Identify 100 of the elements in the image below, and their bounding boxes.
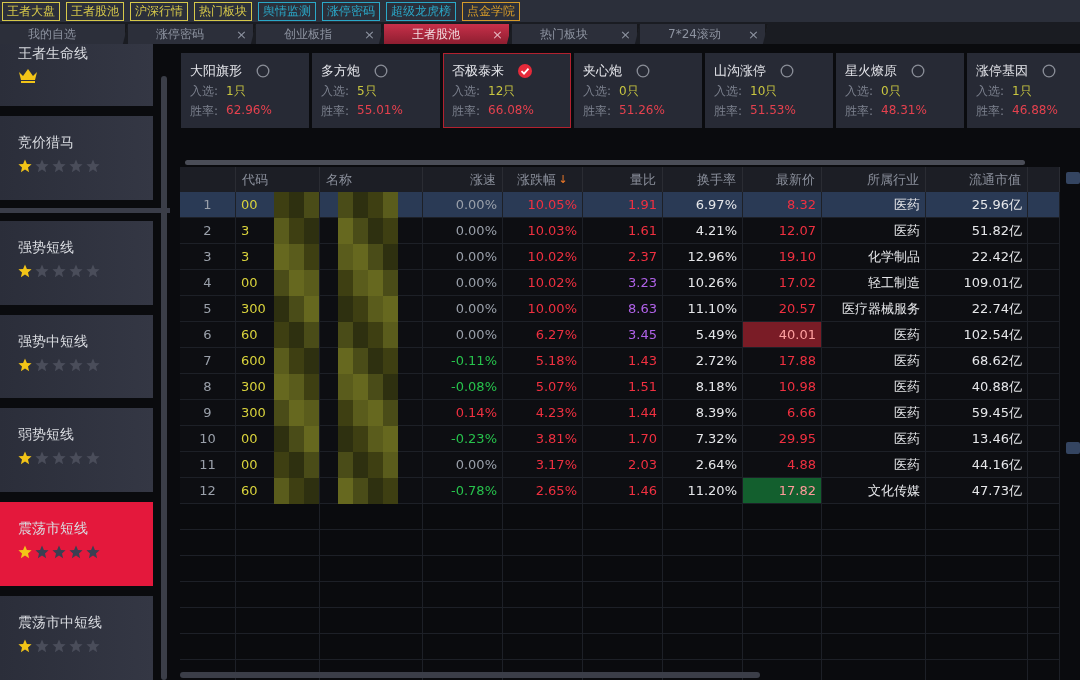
- row-number: 10: [199, 431, 216, 446]
- star-empty-icon: [86, 263, 100, 278]
- menu-button[interactable]: 王者股池: [66, 1, 124, 21]
- strategy-name: 夹心炮: [583, 62, 622, 80]
- scrollbar[interactable]: [185, 160, 1025, 165]
- table-cell: 医药: [894, 195, 920, 214]
- table-cell: 医药: [894, 325, 920, 344]
- table-cell: 3.17%: [535, 457, 577, 472]
- scrollbar[interactable]: [161, 76, 167, 680]
- field-label: 入选:: [452, 83, 481, 100]
- strategy-list-item[interactable]: 震荡市短线: [0, 502, 153, 587]
- field-label: 入选:: [190, 83, 219, 100]
- strategy-list-item[interactable]: 强势短线: [0, 220, 153, 305]
- strategy-card[interactable]: 夹心炮 入选: 0只 胜率: 51.26%: [574, 53, 702, 128]
- star-empty-icon: [69, 263, 83, 278]
- stock-code: 600: [241, 353, 266, 368]
- table-cell: 13.46亿: [971, 429, 1022, 448]
- strategy-list-item[interactable]: 弱势短线: [0, 408, 153, 493]
- field-label: 入选:: [976, 83, 1005, 100]
- table-cell: 19.10: [778, 249, 816, 264]
- table-cell: 0.00%: [455, 327, 497, 342]
- table-cell: 7.32%: [695, 431, 737, 446]
- table-cell: 40.88亿: [971, 377, 1022, 396]
- table-cell: 2.65%: [535, 483, 577, 498]
- menu-button[interactable]: 点金学院: [462, 1, 520, 21]
- tab[interactable]: 涨停密码 ×: [128, 24, 256, 44]
- radio-checked-icon[interactable]: [518, 64, 532, 78]
- table-cell: 12.07: [778, 223, 816, 238]
- strategy-card[interactable]: 山沟涨停 入选: 10只 胜率: 51.53%: [705, 53, 833, 128]
- row-number: 12: [199, 483, 216, 498]
- strategy-list-item[interactable]: 强势中短线: [0, 314, 153, 399]
- table-cell: 10.03%: [527, 223, 577, 238]
- radio-icon[interactable]: [374, 64, 388, 78]
- table-cell: 医药: [894, 377, 920, 396]
- star-empty-icon: [52, 545, 66, 560]
- sort-arrow-icon[interactable]: ↓: [558, 173, 568, 186]
- column-header[interactable]: 涨跌幅: [517, 170, 557, 189]
- field-label: 胜率:: [190, 103, 219, 120]
- strategy-list-item[interactable]: 震荡市中短线: [0, 596, 153, 680]
- star-empty-icon: [52, 639, 66, 654]
- table-cell: 25.96亿: [971, 195, 1022, 214]
- strategy-list-item[interactable]: 王者生命线: [0, 44, 153, 106]
- strategy-name: 否极泰来: [452, 62, 504, 80]
- menu-button[interactable]: 沪深行情: [130, 1, 188, 21]
- table-cell: 3.45: [628, 327, 657, 342]
- strategy-card[interactable]: 星火燎原 入选: 0只 胜率: 48.31%: [836, 53, 964, 128]
- tab[interactable]: 创业板指 ×: [256, 24, 384, 44]
- radio-icon[interactable]: [911, 64, 925, 78]
- close-icon[interactable]: ×: [236, 26, 247, 42]
- menu-button[interactable]: 热门板块: [194, 1, 252, 21]
- star-empty-icon: [35, 357, 49, 372]
- radio-icon[interactable]: [1042, 64, 1056, 78]
- star-empty-icon: [86, 357, 100, 372]
- tab[interactable]: 王者股池 ×: [384, 24, 512, 44]
- stock-code: 00: [241, 197, 258, 212]
- table-cell: 11.20%: [687, 483, 737, 498]
- table-cell: 1.61: [628, 223, 657, 238]
- row-number: 1: [203, 197, 212, 212]
- radio-icon[interactable]: [780, 64, 794, 78]
- radio-icon[interactable]: [636, 64, 650, 78]
- side-handle[interactable]: [1066, 172, 1080, 184]
- row-number: 6: [203, 327, 212, 342]
- table-cell: 17.88: [778, 353, 816, 368]
- table-cell: 医疗器械服务: [842, 299, 920, 318]
- menu-button[interactable]: 超级龙虎榜: [386, 1, 456, 21]
- table-cell: -0.08%: [451, 379, 497, 394]
- table-cell: 1.91: [628, 197, 657, 212]
- row-number: 9: [203, 405, 212, 420]
- field-label: 入选:: [845, 83, 874, 100]
- strategy-card[interactable]: 大阳旗形 入选: 1只 胜率: 62.96%: [181, 53, 309, 128]
- win-rate: 55.01%: [357, 103, 403, 119]
- table-cell: 17.82: [778, 483, 816, 498]
- strategy-card[interactable]: 涨停基因 入选: 1只 胜率: 46.88%: [967, 53, 1080, 128]
- tab[interactable]: 7*24滚动 ×: [640, 24, 768, 44]
- close-icon[interactable]: ×: [492, 26, 503, 42]
- table-cell: 医药: [894, 351, 920, 370]
- close-icon[interactable]: ×: [364, 26, 375, 42]
- radio-icon[interactable]: [256, 64, 270, 78]
- strategy-list-item[interactable]: 竞价猎马: [0, 115, 153, 200]
- tab[interactable]: 我的自选: [0, 24, 128, 44]
- win-rate: 48.31%: [881, 103, 927, 119]
- table-cell: 4.88: [787, 457, 816, 472]
- star-empty-icon: [86, 545, 100, 560]
- item-label: 弱势短线: [18, 425, 75, 444]
- stock-code: 00: [241, 457, 258, 472]
- table-cell: 5.49%: [695, 327, 737, 342]
- strategy-card[interactable]: 多方炮 入选: 5只 胜率: 55.01%: [312, 53, 440, 128]
- table-cell: 1.70: [628, 431, 657, 446]
- table-cell: 1.43: [628, 353, 657, 368]
- menu-button[interactable]: 涨停密码: [322, 1, 380, 21]
- scrollbar[interactable]: [180, 672, 760, 678]
- tab[interactable]: 热门板块 ×: [512, 24, 640, 44]
- menu-button[interactable]: 舆情监测: [258, 1, 316, 21]
- side-handle[interactable]: [1066, 442, 1080, 454]
- close-icon[interactable]: ×: [748, 26, 759, 42]
- item-label: 竞价猎马: [18, 132, 75, 151]
- close-icon[interactable]: ×: [620, 26, 631, 42]
- strategy-card[interactable]: 否极泰来 入选: 12只 胜率: 66.08%: [443, 53, 571, 128]
- menu-button[interactable]: 王者大盘: [2, 1, 60, 21]
- stock-code: 300: [241, 301, 266, 316]
